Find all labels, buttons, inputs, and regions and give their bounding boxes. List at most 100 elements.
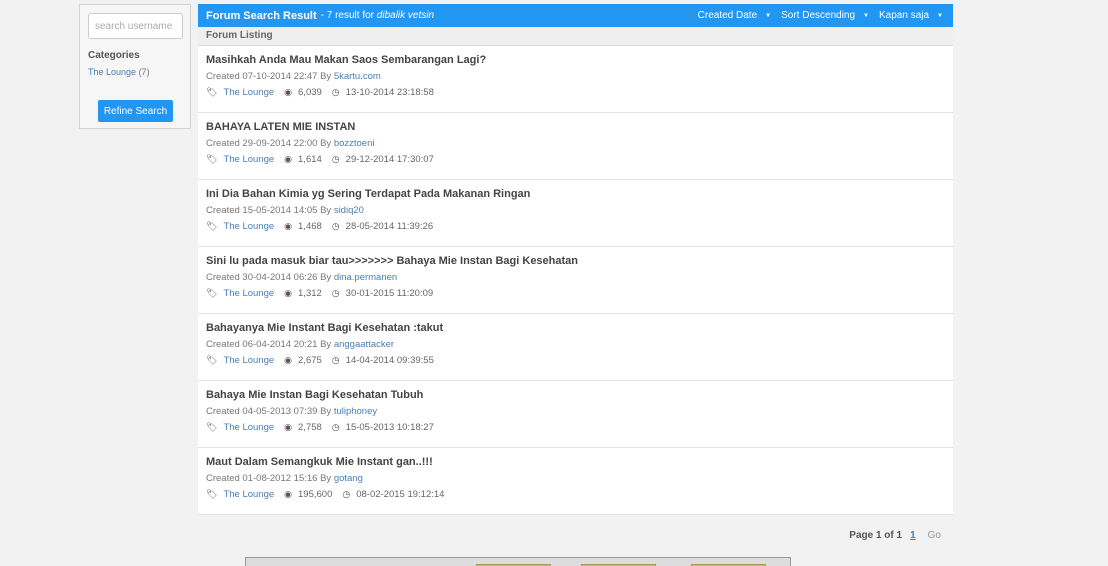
- category-link[interactable]: The Lounge: [88, 67, 136, 77]
- author-link[interactable]: dina.permanen: [334, 272, 397, 283]
- thread-row: BAHAYA LATEN MIE INSTAN Created 29-09-20…: [198, 113, 953, 180]
- clock-icon: ◷: [331, 422, 340, 432]
- search-results-panel: Forum Search Result - 7 result for dibal…: [198, 4, 953, 515]
- thread-meta: Created 06-04-2014 20:21 By anggaattacke…: [206, 339, 945, 350]
- thread-title-link[interactable]: Masihkah Anda Mau Makan Saos Sembarangan…: [206, 54, 945, 66]
- clock-icon: ◷: [331, 355, 340, 365]
- eye-icon: ◉: [284, 288, 293, 298]
- created-text: Created 30-04-2014 06:26 By: [206, 272, 332, 283]
- author-link[interactable]: bozztoeni: [334, 138, 375, 149]
- category-tag-link[interactable]: The Lounge: [223, 154, 274, 165]
- last-post-time: 13-10-2014 23:18:58: [345, 87, 434, 98]
- view-count: 1,614: [298, 154, 322, 165]
- category-tag-link[interactable]: The Lounge: [223, 489, 274, 500]
- eye-icon: ◉: [284, 422, 293, 432]
- thread-list: Masihkah Anda Mau Makan Saos Sembarangan…: [198, 46, 953, 515]
- tag-icon: 🏷︎: [206, 221, 218, 231]
- tag-icon: 🏷︎: [206, 489, 218, 499]
- category-tag-link[interactable]: The Lounge: [223, 288, 274, 299]
- thread-title-link[interactable]: Ini Dia Bahan Kimia yg Sering Terdapat P…: [206, 188, 945, 200]
- page-number-link[interactable]: 1: [910, 530, 916, 541]
- search-username-input[interactable]: [88, 13, 183, 39]
- author-link[interactable]: anggaattacker: [334, 339, 394, 350]
- thread-title-link[interactable]: Sini lu pada masuk biar tau>>>>>>> Bahay…: [206, 255, 945, 267]
- thread-meta: Created 07-10-2014 22:47 By 5kartu.com: [206, 71, 945, 82]
- category-tag-link[interactable]: The Lounge: [223, 87, 274, 98]
- clock-icon: ◷: [331, 87, 340, 97]
- sort-order-dropdown[interactable]: Sort Descending ▼: [781, 10, 869, 21]
- created-text: Created 04-05-2013 07:39 By: [206, 406, 332, 417]
- eye-icon: ◉: [284, 154, 293, 164]
- category-item-the-lounge: The Lounge (7): [88, 67, 150, 77]
- thread-row: Bahaya Mie Instan Bagi Kesehatan Tubuh C…: [198, 381, 953, 448]
- created-text: Created 07-10-2014 22:47 By: [206, 71, 332, 82]
- results-header: Forum Search Result - 7 result for dibal…: [198, 4, 953, 27]
- thread-meta: Created 15-05-2014 14:05 By sidiq20: [206, 205, 945, 216]
- last-post-time: 08-02-2015 19:12:14: [356, 489, 445, 500]
- thread-meta: Created 30-04-2014 06:26 By dina.permane…: [206, 272, 945, 283]
- chevron-down-icon: ▼: [937, 12, 943, 19]
- time-filter-dropdown[interactable]: Kapan saja ▼: [879, 10, 943, 21]
- thread-stats: 🏷︎ The Lounge ◉ 6,039 ◷ 13-10-2014 23:18…: [206, 87, 945, 98]
- sort-controls: Created Date ▼ Sort Descending ▼ Kapan s…: [698, 4, 953, 27]
- created-text: Created 15-05-2014 14:05 By: [206, 205, 332, 216]
- results-count-text: - 7 result for: [320, 10, 374, 21]
- time-filter-label: Kapan saja: [879, 10, 930, 21]
- thread-stats: 🏷︎ The Lounge ◉ 1,614 ◷ 29-12-2014 17:30…: [206, 154, 945, 165]
- eye-icon: ◉: [284, 87, 293, 97]
- refine-search-button[interactable]: Refine Search: [98, 100, 173, 122]
- thread-row: Ini Dia Bahan Kimia yg Sering Terdapat P…: [198, 180, 953, 247]
- view-count: 195,600: [298, 489, 333, 500]
- category-tag-link[interactable]: The Lounge: [223, 355, 274, 366]
- thread-row: Sini lu pada masuk biar tau>>>>>>> Bahay…: [198, 247, 953, 314]
- thread-title-link[interactable]: Bahayanya Mie Instant Bagi Kesehatan :ta…: [206, 322, 945, 334]
- thread-stats: 🏷︎ The Lounge ◉ 1,312 ◷ 30-01-2015 11:20…: [206, 288, 945, 299]
- eye-icon: ◉: [284, 489, 293, 499]
- author-link[interactable]: sidiq20: [334, 205, 364, 216]
- thread-title-link[interactable]: Bahaya Mie Instan Bagi Kesehatan Tubuh: [206, 389, 945, 401]
- eye-icon: ◉: [284, 355, 293, 365]
- thread-row: Bahayanya Mie Instant Bagi Kesehatan :ta…: [198, 314, 953, 381]
- category-tag-link[interactable]: The Lounge: [223, 221, 274, 232]
- search-sidebar: Categories The Lounge (7) Refine Search: [79, 4, 191, 129]
- eye-icon: ◉: [284, 221, 293, 231]
- tag-icon: 🏷︎: [206, 288, 218, 298]
- last-post-time: 14-04-2014 09:39:55: [345, 355, 434, 366]
- thread-meta: Created 29-09-2014 22:00 By bozztoeni: [206, 138, 945, 149]
- thread-stats: 🏷︎ The Lounge ◉ 1,468 ◷ 28-05-2014 11:39…: [206, 221, 945, 232]
- created-text: Created 01-08-2012 15:16 By: [206, 473, 332, 484]
- footer-strip: [245, 557, 791, 566]
- clock-icon: ◷: [342, 489, 351, 499]
- last-post-time: 15-05-2013 10:18:27: [345, 422, 434, 433]
- thread-row: Masihkah Anda Mau Makan Saos Sembarangan…: [198, 46, 953, 113]
- author-link[interactable]: tuliphoney: [334, 406, 377, 417]
- sort-order-label: Sort Descending: [781, 10, 856, 21]
- pagination: Page 1 of 1 1 Go: [849, 530, 941, 541]
- thread-row: Maut Dalam Semangkuk Mie Instant gan..!!…: [198, 448, 953, 515]
- author-link[interactable]: gotang: [334, 473, 363, 484]
- view-count: 6,039: [298, 87, 322, 98]
- results-title: Forum Search Result: [206, 9, 317, 22]
- page-indicator: Page 1 of 1: [849, 530, 903, 541]
- last-post-time: 30-01-2015 11:20:09: [345, 288, 434, 299]
- last-post-time: 28-05-2014 11:39:26: [345, 221, 434, 232]
- view-count: 2,758: [298, 422, 322, 433]
- created-text: Created 06-04-2014 20:21 By: [206, 339, 332, 350]
- thread-title-link[interactable]: BAHAYA LATEN MIE INSTAN: [206, 121, 945, 133]
- go-button[interactable]: Go: [928, 530, 941, 541]
- tag-icon: 🏷︎: [206, 422, 218, 432]
- thread-stats: 🏷︎ The Lounge ◉ 195,600 ◷ 08-02-2015 19:…: [206, 489, 945, 500]
- thread-stats: 🏷︎ The Lounge ◉ 2,675 ◷ 14-04-2014 09:39…: [206, 355, 945, 366]
- view-count: 1,312: [298, 288, 322, 299]
- category-tag-link[interactable]: The Lounge: [223, 422, 274, 433]
- author-link[interactable]: 5kartu.com: [334, 71, 381, 82]
- view-count: 1,468: [298, 221, 322, 232]
- category-count: (7): [138, 67, 150, 77]
- thread-title-link[interactable]: Maut Dalam Semangkuk Mie Instant gan..!!…: [206, 456, 945, 468]
- thread-stats: 🏷︎ The Lounge ◉ 2,758 ◷ 15-05-2013 10:18…: [206, 422, 945, 433]
- categories-title: Categories: [88, 50, 140, 61]
- thread-meta: Created 04-05-2013 07:39 By tuliphoney: [206, 406, 945, 417]
- sort-field-dropdown[interactable]: Created Date ▼: [698, 10, 771, 21]
- forum-listing-label: Forum Listing: [198, 27, 953, 46]
- search-query: dibalik vetsin: [376, 10, 435, 21]
